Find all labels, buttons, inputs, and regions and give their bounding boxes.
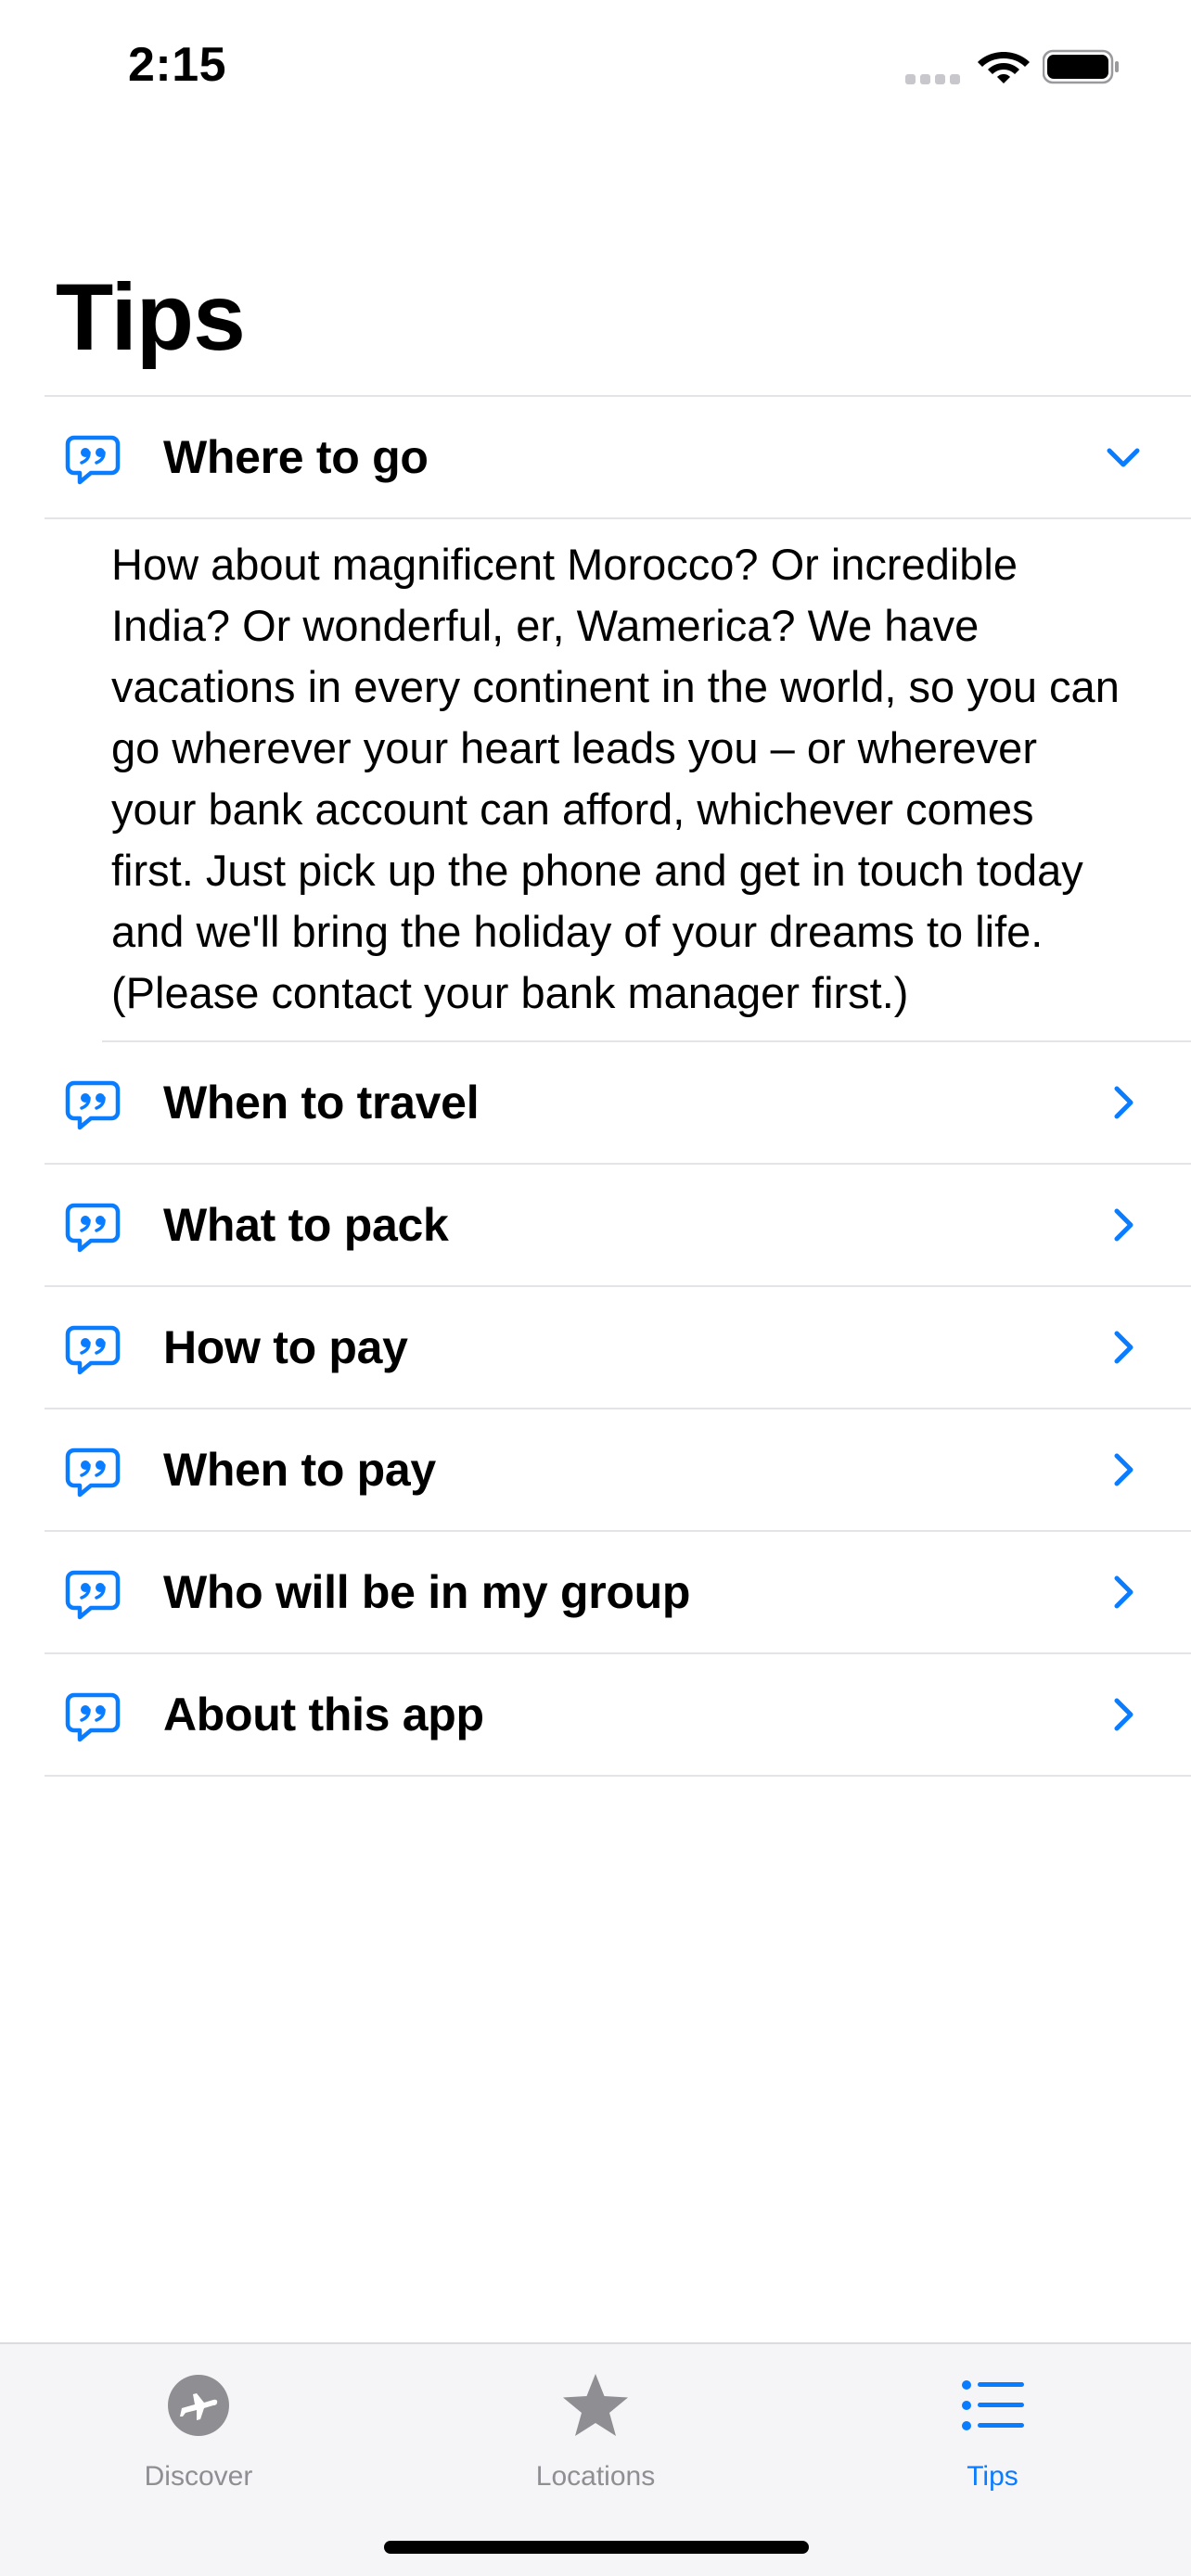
quote-bubble-icon	[65, 1570, 121, 1620]
status-time: 2:15	[128, 38, 227, 92]
chevron-right-icon	[1114, 1453, 1133, 1486]
battery-icon	[1043, 49, 1119, 84]
tip-title: Who will be in my group	[163, 1566, 691, 1618]
chevron-right-icon	[1114, 1575, 1133, 1609]
tab-locations[interactable]: Locations	[397, 2344, 794, 2502]
tip-row-how-to-pay[interactable]: How to pay	[45, 1287, 1191, 1408]
wifi-icon	[978, 52, 1030, 83]
tip-row-where-to-go[interactable]: Where to go	[45, 397, 1191, 517]
tip-body: How about magnificent Morocco? Or incred…	[111, 540, 1120, 1017]
quote-bubble-icon	[65, 1080, 121, 1130]
quote-bubble-icon	[65, 1203, 121, 1253]
tab-label: Tips	[967, 2461, 1018, 2492]
tip-title: About this app	[163, 1689, 484, 1741]
status-bar: 2:15	[0, 0, 1191, 139]
tip-title: When to travel	[163, 1077, 480, 1129]
quote-bubble-icon	[65, 435, 121, 485]
star-icon	[563, 2374, 628, 2436]
tip-title: What to pack	[163, 1199, 449, 1251]
tab-discover[interactable]: Discover	[0, 2344, 397, 2502]
chevron-down-icon	[1107, 448, 1140, 467]
tip-row-when-to-travel[interactable]: When to travel	[45, 1042, 1191, 1163]
divider	[45, 1775, 1191, 1777]
tip-row-what-to-pack[interactable]: What to pack	[45, 1165, 1191, 1285]
chevron-right-icon	[1114, 1208, 1133, 1242]
tip-row-who-will-be-in-my-group[interactable]: Who will be in my group	[45, 1532, 1191, 1652]
tip-row-when-to-pay[interactable]: When to pay	[45, 1409, 1191, 1530]
page-title: Tips	[56, 264, 246, 370]
quote-bubble-icon	[65, 1692, 121, 1742]
cellular-signal-icon	[905, 74, 963, 85]
quote-bubble-icon	[65, 1325, 121, 1375]
tab-label: Discover	[144, 2461, 253, 2492]
home-indicator[interactable]	[384, 2541, 809, 2554]
tip-title: Where to go	[163, 431, 429, 483]
chevron-right-icon	[1114, 1698, 1133, 1731]
tips-list: Where to go How about magnificent Morocco…	[45, 395, 1191, 1777]
tip-title: When to pay	[163, 1444, 436, 1496]
tab-label: Locations	[535, 2461, 656, 2492]
chevron-right-icon	[1114, 1086, 1133, 1119]
quote-bubble-icon	[65, 1447, 121, 1498]
screen: 2:15 Tips Where to go How about magnifice…	[0, 0, 1191, 2576]
list-icon	[962, 2380, 1024, 2430]
airplane-circle-icon	[168, 2375, 229, 2436]
tip-row-about-this-app[interactable]: About this app	[45, 1654, 1191, 1775]
tab-tips[interactable]: Tips	[794, 2344, 1191, 2502]
chevron-right-icon	[1114, 1331, 1133, 1364]
tip-title: How to pay	[163, 1321, 408, 1373]
